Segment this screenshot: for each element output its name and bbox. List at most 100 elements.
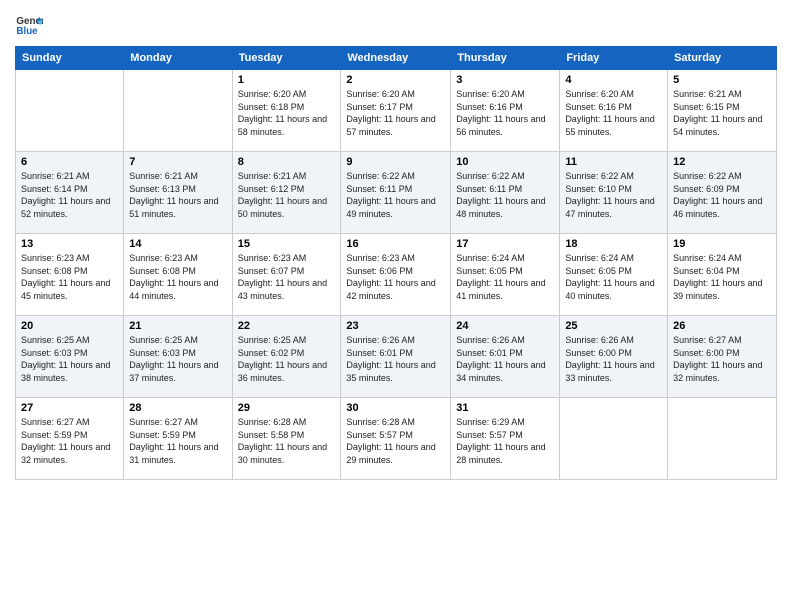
day-number: 22 xyxy=(238,320,336,332)
day-number: 31 xyxy=(456,402,554,414)
calendar-cell: 24 Sunrise: 6:26 AMSunset: 6:01 PMDayligh… xyxy=(451,316,560,398)
day-number: 28 xyxy=(129,402,226,414)
day-number: 5 xyxy=(673,74,771,86)
day-number: 6 xyxy=(21,156,118,168)
day-number: 2 xyxy=(346,74,445,86)
calendar-cell: 17 Sunrise: 6:24 AMSunset: 6:05 PMDayligh… xyxy=(451,234,560,316)
week-row-3: 13Sunrise: 6:23 AMSunset: 6:08 PMDayligh… xyxy=(16,234,777,316)
day-number: 24 xyxy=(456,320,554,332)
header-sunday: Sunday xyxy=(16,47,124,70)
cell-info: Sunrise: 6:29 AMSunset: 5:57 PMDaylight:… xyxy=(456,416,554,466)
calendar-cell: 30 Sunrise: 6:28 AMSunset: 5:57 PMDayligh… xyxy=(341,398,451,480)
calendar-cell: 4Sunrise: 6:20 AMSunset: 6:16 PMDaylight… xyxy=(560,70,668,152)
calendar: SundayMondayTuesdayWednesdayThursdayFrid… xyxy=(15,46,777,480)
day-number: 29 xyxy=(238,402,336,414)
day-number: 23 xyxy=(346,320,445,332)
calendar-cell: 31 Sunrise: 6:29 AMSunset: 5:57 PMDayligh… xyxy=(451,398,560,480)
cell-info: Sunrise: 6:25 AMSunset: 6:02 PMDaylight:… xyxy=(238,334,336,384)
logo: General Blue xyxy=(15,10,47,38)
day-number: 14 xyxy=(129,238,226,250)
calendar-cell: 6 Sunrise: 6:21 AMSunset: 6:14 PMDaylight… xyxy=(16,152,124,234)
day-number: 3 xyxy=(456,74,554,86)
day-number: 16 xyxy=(346,238,445,250)
day-number: 20 xyxy=(21,320,118,332)
calendar-cell: 16 Sunrise: 6:23 AMSunset: 6:06 PMDayligh… xyxy=(341,234,451,316)
header-thursday: Thursday xyxy=(451,47,560,70)
cell-info: Sunrise: 6:22 AMSunset: 6:11 PMDaylight:… xyxy=(346,170,445,220)
cell-info: Sunrise: 6:23 AMSunset: 6:07 PMDaylight:… xyxy=(238,252,336,302)
cell-info: Sunrise: 6:26 AMSunset: 6:00 PMDaylight:… xyxy=(565,334,662,384)
calendar-cell xyxy=(668,398,777,480)
cell-info: Sunrise: 6:20 AMSunset: 6:18 PMDaylight:… xyxy=(238,88,336,138)
cell-info: Sunrise: 6:22 AMSunset: 6:09 PMDaylight:… xyxy=(673,170,771,220)
cell-info: Sunrise: 6:20 AMSunset: 6:17 PMDaylight:… xyxy=(346,88,445,138)
day-number: 21 xyxy=(129,320,226,332)
calendar-cell: 10 Sunrise: 6:22 AMSunset: 6:11 PMDayligh… xyxy=(451,152,560,234)
header-friday: Friday xyxy=(560,47,668,70)
cell-info: Sunrise: 6:21 AMSunset: 6:13 PMDaylight:… xyxy=(129,170,226,220)
cell-info: Sunrise: 6:23 AMSunset: 6:06 PMDaylight:… xyxy=(346,252,445,302)
cell-info: Sunrise: 6:28 AMSunset: 5:58 PMDaylight:… xyxy=(238,416,336,466)
calendar-cell: 15 Sunrise: 6:23 AMSunset: 6:07 PMDayligh… xyxy=(232,234,341,316)
calendar-cell xyxy=(124,70,232,152)
cell-info: Sunrise: 6:22 AMSunset: 6:11 PMDaylight:… xyxy=(456,170,554,220)
cell-info: Sunrise: 6:21 AMSunset: 6:15 PMDaylight:… xyxy=(673,88,771,138)
cell-info: Sunrise: 6:21 AMSunset: 6:12 PMDaylight:… xyxy=(238,170,336,220)
cell-info: Sunrise: 6:24 AMSunset: 6:05 PMDaylight:… xyxy=(565,252,662,302)
day-number: 30 xyxy=(346,402,445,414)
cell-info: Sunrise: 6:24 AMSunset: 6:04 PMDaylight:… xyxy=(673,252,771,302)
calendar-cell: 22 Sunrise: 6:25 AMSunset: 6:02 PMDayligh… xyxy=(232,316,341,398)
calendar-cell: 23 Sunrise: 6:26 AMSunset: 6:01 PMDayligh… xyxy=(341,316,451,398)
cell-info: Sunrise: 6:20 AMSunset: 6:16 PMDaylight:… xyxy=(565,88,662,138)
calendar-cell: 8Sunrise: 6:21 AMSunset: 6:12 PMDaylight… xyxy=(232,152,341,234)
cell-info: Sunrise: 6:26 AMSunset: 6:01 PMDaylight:… xyxy=(456,334,554,384)
header: General Blue xyxy=(15,10,777,38)
day-number: 26 xyxy=(673,320,771,332)
day-number: 9 xyxy=(346,156,445,168)
calendar-cell: 19 Sunrise: 6:24 AMSunset: 6:04 PMDayligh… xyxy=(668,234,777,316)
day-number: 1 xyxy=(238,74,336,86)
calendar-cell: 2 Sunrise: 6:20 AMSunset: 6:17 PMDaylight… xyxy=(341,70,451,152)
cell-info: Sunrise: 6:20 AMSunset: 6:16 PMDaylight:… xyxy=(456,88,554,138)
header-tuesday: Tuesday xyxy=(232,47,341,70)
calendar-cell: 5 Sunrise: 6:21 AMSunset: 6:15 PMDaylight… xyxy=(668,70,777,152)
calendar-cell: 12 Sunrise: 6:22 AMSunset: 6:09 PMDayligh… xyxy=(668,152,777,234)
day-number: 25 xyxy=(565,320,662,332)
calendar-cell: 28Sunrise: 6:27 AMSunset: 5:59 PMDayligh… xyxy=(124,398,232,480)
calendar-cell: 29 Sunrise: 6:28 AMSunset: 5:58 PMDayligh… xyxy=(232,398,341,480)
calendar-cell: 18 Sunrise: 6:24 AMSunset: 6:05 PMDayligh… xyxy=(560,234,668,316)
day-number: 10 xyxy=(456,156,554,168)
logo-icon: General Blue xyxy=(15,10,43,38)
calendar-cell: 13Sunrise: 6:23 AMSunset: 6:08 PMDayligh… xyxy=(16,234,124,316)
day-number: 19 xyxy=(673,238,771,250)
page: General Blue SundayMondayTuesdayWednesda… xyxy=(0,0,792,612)
cell-info: Sunrise: 6:25 AMSunset: 6:03 PMDaylight:… xyxy=(21,334,118,384)
cell-info: Sunrise: 6:28 AMSunset: 5:57 PMDaylight:… xyxy=(346,416,445,466)
cell-info: Sunrise: 6:24 AMSunset: 6:05 PMDaylight:… xyxy=(456,252,554,302)
calendar-cell: 25 Sunrise: 6:26 AMSunset: 6:00 PMDayligh… xyxy=(560,316,668,398)
header-monday: Monday xyxy=(124,47,232,70)
day-number: 7 xyxy=(129,156,226,168)
calendar-cell: 21 Sunrise: 6:25 AMSunset: 6:03 PMDayligh… xyxy=(124,316,232,398)
day-number: 15 xyxy=(238,238,336,250)
cell-info: Sunrise: 6:22 AMSunset: 6:10 PMDaylight:… xyxy=(565,170,662,220)
calendar-cell: 11Sunrise: 6:22 AMSunset: 6:10 PMDayligh… xyxy=(560,152,668,234)
calendar-cell: 7 Sunrise: 6:21 AMSunset: 6:13 PMDaylight… xyxy=(124,152,232,234)
calendar-cell: 3 Sunrise: 6:20 AMSunset: 6:16 PMDaylight… xyxy=(451,70,560,152)
cell-info: Sunrise: 6:27 AMSunset: 5:59 PMDaylight:… xyxy=(21,416,118,466)
calendar-cell xyxy=(560,398,668,480)
week-row-1: 1 Sunrise: 6:20 AMSunset: 6:18 PMDaylight… xyxy=(16,70,777,152)
calendar-cell: 14Sunrise: 6:23 AMSunset: 6:08 PMDayligh… xyxy=(124,234,232,316)
week-row-5: 27 Sunrise: 6:27 AMSunset: 5:59 PMDayligh… xyxy=(16,398,777,480)
day-number: 17 xyxy=(456,238,554,250)
day-number: 13 xyxy=(21,238,118,250)
cell-info: Sunrise: 6:26 AMSunset: 6:01 PMDaylight:… xyxy=(346,334,445,384)
calendar-cell: 27 Sunrise: 6:27 AMSunset: 5:59 PMDayligh… xyxy=(16,398,124,480)
cell-info: Sunrise: 6:21 AMSunset: 6:14 PMDaylight:… xyxy=(21,170,118,220)
cell-info: Sunrise: 6:25 AMSunset: 6:03 PMDaylight:… xyxy=(129,334,226,384)
header-saturday: Saturday xyxy=(668,47,777,70)
day-number: 18 xyxy=(565,238,662,250)
day-number: 12 xyxy=(673,156,771,168)
week-row-4: 20 Sunrise: 6:25 AMSunset: 6:03 PMDayligh… xyxy=(16,316,777,398)
day-number: 27 xyxy=(21,402,118,414)
